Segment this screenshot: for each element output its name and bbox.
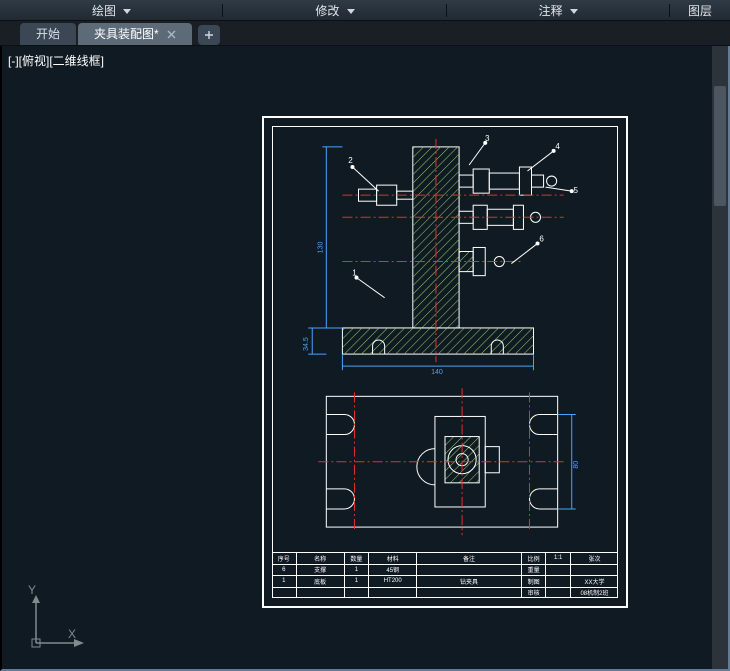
- tab-label: 夹具装配图*: [94, 23, 159, 45]
- ucs-icon: Y X: [20, 591, 90, 651]
- tb-cell: 1: [272, 576, 296, 587]
- add-tab-button[interactable]: [198, 25, 220, 45]
- tb-cell: 制图: [521, 576, 546, 587]
- dropdown-icon: [347, 4, 355, 18]
- close-icon[interactable]: [167, 30, 176, 39]
- vertical-scrollbar[interactable]: [712, 46, 728, 669]
- dim-140: 140: [431, 369, 443, 376]
- model-space-viewport[interactable]: [-][俯视][二维线框]: [0, 46, 730, 671]
- dropdown-icon: [570, 4, 578, 18]
- tb-cell: [368, 588, 416, 599]
- tb-cell: 数量: [344, 553, 369, 564]
- callout-4: 4: [555, 142, 560, 151]
- ribbon-group-layers[interactable]: 图层: [670, 2, 730, 19]
- ucs-x-label: X: [68, 627, 76, 641]
- ribbon-group-annotate[interactable]: 注释: [447, 2, 670, 19]
- ribbon-group-label: 图层: [688, 4, 712, 18]
- tb-cell: XX大学: [570, 576, 618, 587]
- tb-cell: [272, 588, 296, 599]
- ribbon-group-modify[interactable]: 修改: [223, 2, 446, 19]
- tb-cell: 6: [272, 565, 296, 576]
- view-controls-label[interactable]: [-][俯视][二维线框]: [8, 52, 104, 69]
- ribbon-group-draw[interactable]: 绘图: [0, 2, 223, 19]
- title-block: 序号 名称 数量 材料 备注 比例 1:1 张次 6 支撑 1 45钢 重量 1: [272, 552, 618, 598]
- tb-cell: 钻夹具: [416, 576, 521, 587]
- callout-3: 3: [485, 134, 490, 143]
- ribbon-group-label: 绘图: [92, 4, 116, 18]
- tb-cell: 底板: [296, 576, 344, 587]
- dropdown-icon: [123, 4, 131, 18]
- tb-cell: [570, 565, 618, 576]
- ucs-y-label: Y: [28, 583, 36, 597]
- tb-cell: 材料: [368, 553, 416, 564]
- titleblock-row: 序号 名称 数量 材料 备注 比例 1:1 张次: [272, 552, 618, 564]
- tb-cell: [545, 565, 570, 576]
- scrollbar-thumb[interactable]: [714, 86, 726, 206]
- titleblock-row: 6 支撑 1 45钢 重量: [272, 564, 618, 576]
- tb-cell: [545, 576, 570, 587]
- tb-cell: [416, 588, 521, 599]
- tb-cell: 1: [344, 565, 369, 576]
- tb-cell: 张次: [570, 553, 618, 564]
- tb-cell: [344, 588, 369, 599]
- tab-strip: 开始 夹具装配图*: [0, 21, 730, 46]
- ribbon: 绘图 修改 注释 图层: [0, 0, 730, 21]
- tb-cell: 1:1: [545, 553, 570, 564]
- tb-cell: HT200: [368, 576, 416, 587]
- tb-cell: 名称: [296, 553, 344, 564]
- tb-cell: 审核: [521, 588, 546, 599]
- tab-document[interactable]: 夹具装配图*: [78, 23, 192, 45]
- plus-icon: [204, 30, 214, 40]
- dim-130: 130: [317, 242, 324, 254]
- tb-cell: 08机制2班: [570, 588, 618, 599]
- tb-cell: 1: [344, 576, 369, 587]
- tb-cell: [545, 588, 570, 599]
- tb-cell: [296, 588, 344, 599]
- drawing-sheet: 2 1 3 4 5 6 130 34.5 140: [262, 116, 628, 608]
- tb-cell: [416, 565, 521, 576]
- dim-345: 34.5: [303, 337, 310, 351]
- tb-cell: 45钢: [368, 565, 416, 576]
- tb-cell: 重量: [521, 565, 546, 576]
- dim-80: 80: [573, 461, 580, 469]
- tb-cell: 序号: [272, 553, 296, 564]
- tb-cell: 比例: [521, 553, 546, 564]
- callout-5: 5: [574, 186, 579, 195]
- tb-cell: 备注: [416, 553, 521, 564]
- titleblock-row: 1 底板 1 HT200 钻夹具 制图 XX大学: [272, 575, 618, 587]
- technical-drawing: 2 1 3 4 5 6 130 34.5 140: [272, 126, 618, 550]
- titleblock-row: 审核 08机制2班: [272, 587, 618, 599]
- callout-1: 1: [352, 269, 357, 278]
- tab-label: 开始: [36, 23, 60, 45]
- ribbon-group-label: 修改: [315, 4, 339, 18]
- callout-6: 6: [539, 234, 544, 243]
- tab-start[interactable]: 开始: [20, 23, 76, 45]
- ribbon-group-label: 注释: [539, 4, 563, 18]
- callout-2: 2: [348, 156, 353, 165]
- tb-cell: 支撑: [296, 565, 344, 576]
